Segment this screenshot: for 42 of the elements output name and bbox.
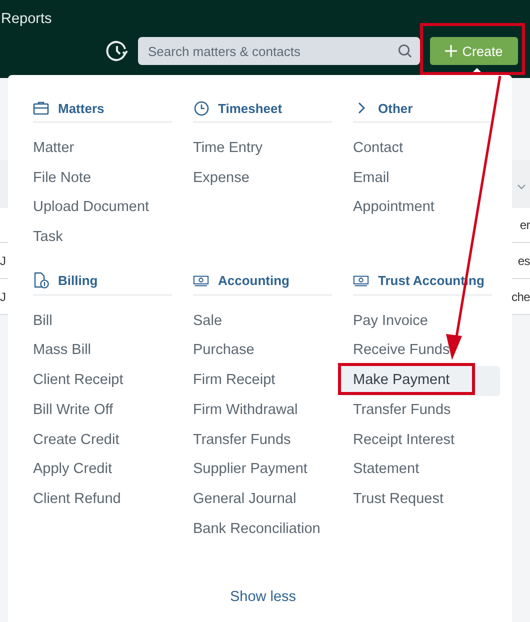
menu-item[interactable]: Create Credit bbox=[20, 426, 180, 456]
show-less-link[interactable]: Show less bbox=[213, 589, 313, 606]
menu-item[interactable]: Bank Reconciliation bbox=[180, 514, 340, 544]
section-heading: Other bbox=[378, 100, 413, 116]
menu-item[interactable]: Firm Withdrawal bbox=[180, 396, 340, 426]
menu-item[interactable]: Supplier Payment bbox=[180, 455, 340, 485]
menu-item[interactable]: Client Receipt bbox=[20, 366, 180, 396]
section-heading: Billing bbox=[58, 273, 98, 288]
menu-item[interactable]: Receipt Interest bbox=[340, 426, 500, 456]
menu-item[interactable]: Upload Document bbox=[20, 193, 180, 224]
menu-item[interactable]: Contact bbox=[340, 134, 500, 164]
table-cell: J bbox=[0, 254, 6, 268]
menu-item[interactable]: Bill Write Off bbox=[20, 396, 180, 426]
table-cell: er bbox=[520, 218, 530, 232]
menu-item[interactable]: Email bbox=[340, 164, 500, 194]
menu-item[interactable]: Receive Funds bbox=[340, 336, 500, 366]
menu-item[interactable]: Mass Bill bbox=[20, 336, 180, 366]
menu-item[interactable]: Time Entry bbox=[180, 134, 340, 164]
menu-item[interactable]: Bill bbox=[20, 306, 180, 336]
section-heading: Accounting bbox=[218, 273, 290, 288]
menu-item[interactable]: Expense bbox=[180, 164, 340, 194]
table-cell: J bbox=[0, 290, 6, 304]
menu-item[interactable]: Matter bbox=[20, 134, 180, 164]
section-heading: Matters bbox=[58, 100, 104, 116]
menu-item[interactable]: File Note bbox=[20, 164, 180, 194]
menu-item[interactable]: Task bbox=[20, 223, 180, 253]
table-cell: es bbox=[518, 254, 530, 268]
page-title: Reports bbox=[0, 10, 53, 29]
menu-item[interactable]: Trust Request bbox=[340, 484, 500, 515]
menu-item[interactable]: Sale bbox=[180, 306, 340, 336]
menu-item[interactable]: Transfer Funds bbox=[180, 426, 340, 456]
menu-item[interactable]: General Journal bbox=[180, 484, 340, 515]
menu-item[interactable]: Apply Credit bbox=[20, 455, 180, 485]
section-heading: Timesheet bbox=[218, 100, 282, 116]
menu-item[interactable]: Appointment bbox=[340, 193, 500, 224]
menu-item[interactable]: Pay Invoice bbox=[340, 306, 500, 336]
menu-item[interactable]: Transfer Funds bbox=[340, 396, 500, 426]
menu-item[interactable]: Client Refund bbox=[20, 484, 180, 515]
table-cell: che bbox=[512, 290, 530, 304]
menu-item[interactable]: Purchase bbox=[180, 336, 340, 366]
menu-item[interactable]: Firm Receipt bbox=[180, 366, 340, 396]
menu-item[interactable]: Statement bbox=[340, 455, 500, 485]
